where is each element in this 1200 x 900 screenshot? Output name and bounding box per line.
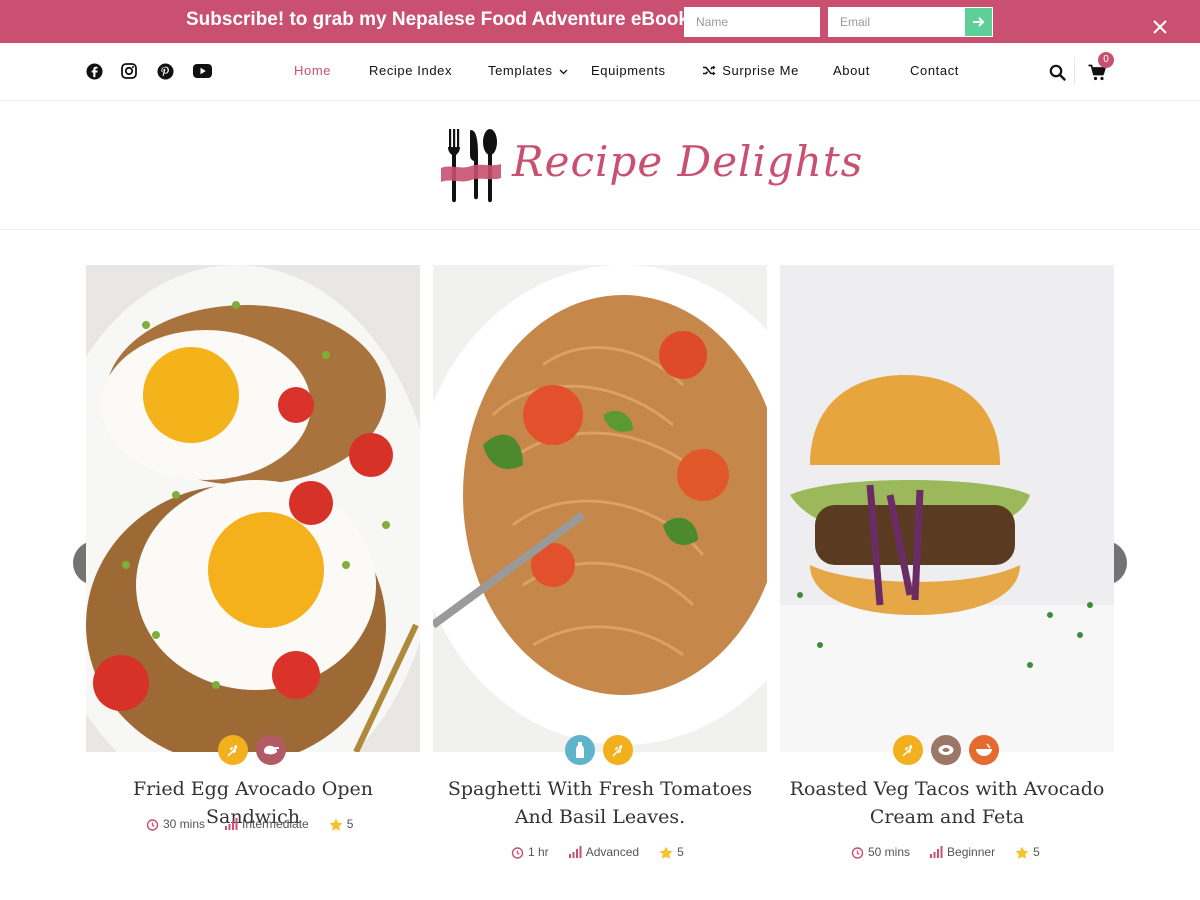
clock-icon bbox=[146, 818, 159, 831]
email-input[interactable] bbox=[828, 7, 964, 37]
clock-icon bbox=[511, 846, 524, 859]
recipe-time: 1 hr bbox=[528, 845, 549, 859]
chevron-down-icon bbox=[559, 69, 568, 74]
recipe-card[interactable] bbox=[780, 265, 1114, 752]
recipe-meta: 1 hr Advanced 5 bbox=[511, 844, 698, 860]
meat-icon[interactable] bbox=[931, 735, 961, 765]
recipe-difficulty: Beginner bbox=[947, 845, 996, 859]
nav-equipments[interactable]: Equipments bbox=[591, 63, 666, 78]
search-button[interactable] bbox=[1047, 62, 1067, 82]
wheat-icon[interactable] bbox=[603, 735, 633, 765]
wheat-icon[interactable] bbox=[218, 735, 248, 765]
search-icon bbox=[1049, 64, 1066, 81]
bowl-icon[interactable] bbox=[969, 735, 999, 765]
logo-area: Recipe Delights bbox=[0, 101, 1200, 230]
star-icon bbox=[1015, 846, 1029, 859]
recipe-badges bbox=[218, 735, 286, 765]
recipe-card[interactable] bbox=[86, 265, 420, 752]
nav-home[interactable]: Home bbox=[294, 63, 331, 78]
recipe-difficulty: Advanced bbox=[585, 845, 640, 859]
recipe-time: 30 mins bbox=[163, 817, 206, 831]
star-icon bbox=[329, 818, 343, 831]
recipe-card[interactable] bbox=[433, 265, 767, 752]
difficulty-bars-icon bbox=[225, 818, 238, 830]
name-input[interactable] bbox=[684, 7, 820, 37]
bottle-icon[interactable] bbox=[565, 735, 595, 765]
recipe-title[interactable]: Roasted Veg Tacos with Avocado Cream and… bbox=[780, 775, 1114, 831]
nav-recipe-index[interactable]: Recipe Index bbox=[369, 63, 452, 78]
nav-surprise-me-label: Surprise Me bbox=[722, 63, 799, 78]
recipe-time: 50 mins bbox=[868, 845, 911, 859]
recipe-difficulty: Intermediate bbox=[242, 817, 309, 831]
recipe-rating: 5 bbox=[1033, 845, 1040, 859]
difficulty-bars-icon bbox=[568, 846, 582, 858]
recipe-badges bbox=[565, 735, 633, 765]
subscribe-submit-button[interactable] bbox=[964, 7, 993, 37]
close-subscribe-button[interactable] bbox=[1150, 17, 1170, 37]
close-icon bbox=[1153, 20, 1167, 34]
recipe-rating: 5 bbox=[677, 845, 684, 859]
difficulty-bars-icon bbox=[930, 846, 943, 858]
shuffle-icon bbox=[703, 65, 716, 76]
nav-divider bbox=[1074, 57, 1075, 85]
recipe-title[interactable]: Spaghetti With Fresh Tomatoes And Basil … bbox=[433, 775, 767, 831]
subscribe-bar: Subscribe! to grab my Nepalese Food Adve… bbox=[0, 0, 1200, 43]
clock-icon bbox=[851, 846, 864, 859]
recipe-image-spaghetti[interactable] bbox=[433, 265, 767, 752]
recipe-meta: 50 mins Beginner 5 bbox=[851, 844, 1054, 860]
cart-count-badge: 0 bbox=[1098, 52, 1114, 68]
site-logo-text[interactable]: Recipe Delights bbox=[512, 137, 863, 186]
site-header: Home Recipe Index Templates Equipments S… bbox=[0, 43, 1200, 101]
nav-templates-label: Templates bbox=[488, 63, 553, 78]
pinterest-icon[interactable] bbox=[155, 61, 175, 81]
nav-templates[interactable]: Templates bbox=[488, 63, 568, 78]
chicken-icon[interactable] bbox=[256, 735, 286, 765]
recipe-meta: 30 mins Intermediate 5 bbox=[146, 816, 367, 832]
nav-about[interactable]: About bbox=[833, 63, 870, 78]
instagram-icon[interactable] bbox=[119, 61, 139, 81]
nav-contact[interactable]: Contact bbox=[910, 63, 959, 78]
subscribe-message: Subscribe! to grab my Nepalese Food Adve… bbox=[186, 9, 696, 30]
nav-surprise-me[interactable]: Surprise Me bbox=[703, 63, 799, 78]
wheat-icon[interactable] bbox=[893, 735, 923, 765]
recipe-image-tacos[interactable] bbox=[780, 265, 1114, 752]
arrow-right-icon bbox=[972, 17, 984, 27]
recipe-image-fried-egg[interactable] bbox=[86, 265, 420, 752]
facebook-icon[interactable] bbox=[84, 61, 104, 81]
youtube-icon[interactable] bbox=[192, 61, 212, 81]
star-icon bbox=[659, 846, 673, 859]
cutlery-logo-icon[interactable] bbox=[440, 126, 502, 206]
recipe-rating: 5 bbox=[346, 817, 354, 831]
recipe-badges bbox=[893, 735, 999, 765]
